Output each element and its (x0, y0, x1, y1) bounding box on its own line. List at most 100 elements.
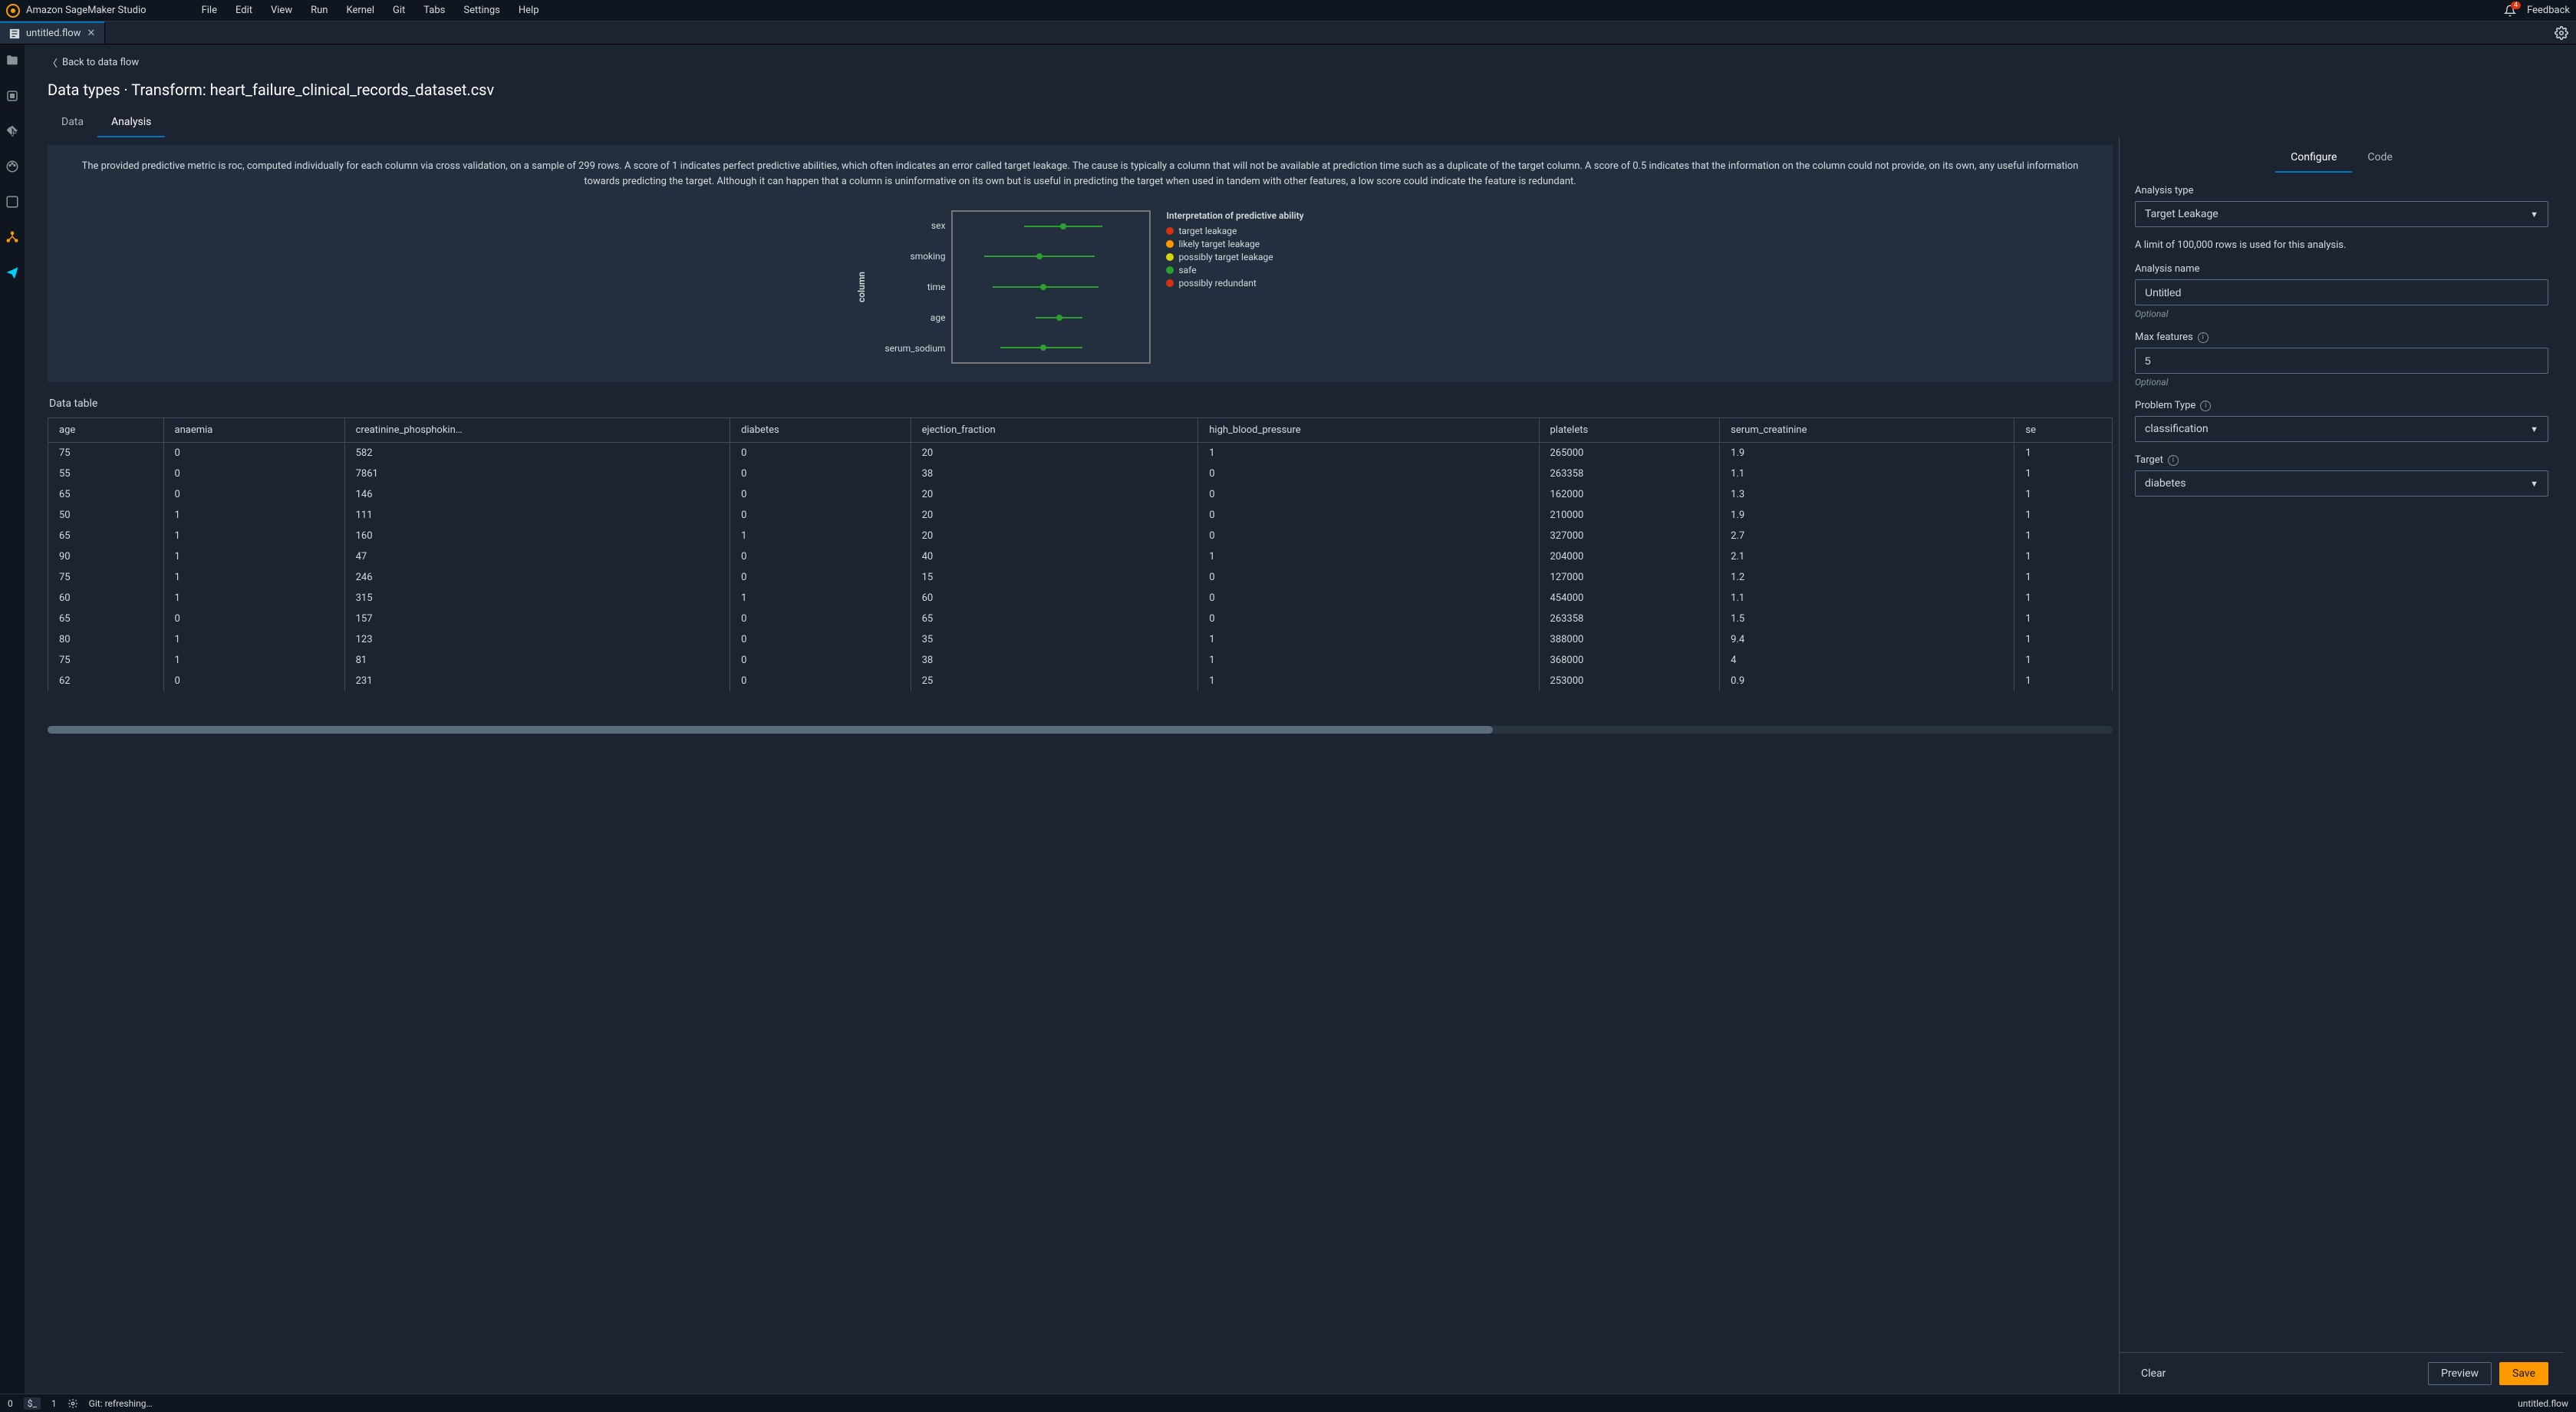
target-label: Target i (2135, 454, 2548, 466)
target-select[interactable]: diabetes ▼ (2135, 470, 2548, 497)
chart-legend: Interpretation of predictive ability tar… (1166, 210, 1303, 364)
table-cell: 2.7 (1720, 526, 2014, 546)
menu-tabs[interactable]: Tabs (414, 2, 454, 19)
legend-item: target leakage (1166, 226, 1303, 236)
table-cell: 38 (911, 464, 1198, 484)
analysis-name-input[interactable] (2135, 279, 2548, 305)
send-icon[interactable] (5, 266, 19, 279)
table-header[interactable]: ejection_fraction (911, 418, 1198, 443)
table-cell: 1 (1198, 650, 1539, 671)
preview-button[interactable]: Preview (2428, 1362, 2492, 1385)
extensions-icon[interactable] (5, 195, 19, 209)
table-row[interactable]: 65015706502633581.51 (48, 609, 2113, 629)
table-cell: 0 (1198, 609, 1539, 629)
components-icon[interactable] (5, 230, 19, 244)
table-header[interactable]: serum_creatinine (1720, 418, 2014, 443)
table-row[interactable]: 65014602001620001.31 (48, 484, 2113, 505)
table-cell: 25 (911, 671, 1198, 691)
table-cell: 0 (730, 546, 911, 567)
table-cell: 65 (911, 609, 1198, 629)
subtab-analysis[interactable]: Analysis (97, 110, 165, 137)
status-count-1[interactable]: 1 (51, 1398, 57, 1409)
table-cell: 1 (2014, 650, 2113, 671)
chart-category-label: time (875, 282, 951, 292)
table-row[interactable]: 60131516004540001.11 (48, 588, 2113, 609)
gear-small-icon[interactable] (68, 1398, 78, 1409)
menu-edit[interactable]: Edit (226, 2, 262, 19)
table-row[interactable]: 50111102002100001.91 (48, 505, 2113, 526)
chevron-left-icon: 〈 (48, 55, 58, 70)
sagemaker-logo-icon (6, 4, 20, 18)
problem-type-label: Problem Type i (2135, 400, 2548, 411)
table-cell: 2.1 (1720, 546, 2014, 567)
table-cell: 160 (344, 526, 730, 546)
table-cell: 123 (344, 629, 730, 650)
table-cell: 1 (1198, 629, 1539, 650)
configure-panel: Configure Code Analysis type Target Leak… (2119, 137, 2564, 1394)
table-header[interactable]: se (2014, 418, 2113, 443)
data-table[interactable]: ageanaemiacreatinine_phosphokin…diabetes… (48, 417, 2113, 724)
info-icon[interactable]: i (2198, 332, 2209, 343)
folder-icon[interactable] (5, 54, 19, 68)
menu-view[interactable]: View (262, 2, 301, 19)
info-icon[interactable]: i (2168, 455, 2179, 466)
back-link[interactable]: 〈 Back to data flow (25, 45, 2576, 78)
table-cell: 0 (1198, 588, 1539, 609)
table-cell: 253000 (1539, 671, 1720, 691)
clear-button[interactable]: Clear (2135, 1363, 2172, 1384)
table-cell: 81 (344, 650, 730, 671)
subtab-data[interactable]: Data (48, 110, 97, 137)
table-header[interactable]: age (48, 418, 164, 443)
running-icon[interactable] (5, 89, 19, 103)
rp-tab-configure[interactable]: Configure (2275, 144, 2352, 173)
feedback-link[interactable]: Feedback (2527, 5, 2570, 16)
terminal-icon[interactable]: $_ (24, 1397, 41, 1410)
table-row[interactable]: 62023102512530000.91 (48, 671, 2113, 691)
info-icon[interactable]: i (2200, 401, 2211, 411)
table-row[interactable]: 75181038136800041 (48, 650, 2113, 671)
notifications-button[interactable]: 4 (2504, 5, 2516, 17)
menu-help[interactable]: Help (509, 2, 548, 19)
table-header[interactable]: anaemia (163, 418, 344, 443)
table-cell: 1 (2014, 546, 2113, 567)
app-title: Amazon SageMaker Studio (26, 5, 147, 16)
table-cell: 265000 (1539, 443, 1720, 464)
menu-file[interactable]: File (193, 2, 226, 19)
table-row[interactable]: 65116012003270002.71 (48, 526, 2113, 546)
table-cell: 0 (1198, 526, 1539, 546)
table-row[interactable]: 9014704012040002.11 (48, 546, 2113, 567)
max-features-hint: Optional (2135, 377, 2548, 388)
table-header[interactable]: creatinine_phosphokin… (344, 418, 730, 443)
page-title: Data types · Transform: heart_failure_cl… (25, 78, 2576, 110)
save-button[interactable]: Save (2499, 1362, 2548, 1385)
tab-untitled-flow[interactable]: untitled.flow ✕ (0, 21, 105, 44)
table-header[interactable]: diabetes (730, 418, 911, 443)
table-row[interactable]: 80112303513880009.41 (48, 629, 2113, 650)
menu-settings[interactable]: Settings (454, 2, 509, 19)
git-icon[interactable] (5, 124, 19, 138)
palette-icon[interactable] (5, 160, 19, 173)
menu-kernel[interactable]: Kernel (337, 2, 384, 19)
problem-type-select[interactable]: classification ▼ (2135, 416, 2548, 442)
close-icon[interactable]: ✕ (87, 28, 95, 39)
table-horizontal-scrollbar[interactable] (48, 726, 2113, 734)
analysis-type-select[interactable]: Target Leakage ▼ (2135, 201, 2548, 227)
chart-track (951, 333, 1151, 364)
gear-icon[interactable] (2555, 26, 2568, 40)
status-count-0[interactable]: 0 (8, 1398, 13, 1409)
menu-git[interactable]: Git (384, 2, 414, 19)
table-header[interactable]: platelets (1539, 418, 1720, 443)
table-cell: 75 (48, 567, 164, 588)
table-row[interactable]: 75058202012650001.91 (48, 443, 2113, 464)
chart-track (951, 241, 1151, 272)
chart-row: serum_sodium (875, 333, 1151, 364)
rp-tab-code[interactable]: Code (2352, 144, 2407, 173)
table-cell: 1 (1198, 443, 1539, 464)
max-features-input[interactable] (2135, 348, 2548, 374)
table-cell: 368000 (1539, 650, 1720, 671)
table-header[interactable]: high_blood_pressure (1198, 418, 1539, 443)
table-row[interactable]: 550786103802633581.11 (48, 464, 2113, 484)
table-row[interactable]: 75124601501270001.21 (48, 567, 2113, 588)
status-file: untitled.flow (2518, 1398, 2568, 1409)
menu-run[interactable]: Run (301, 2, 337, 19)
